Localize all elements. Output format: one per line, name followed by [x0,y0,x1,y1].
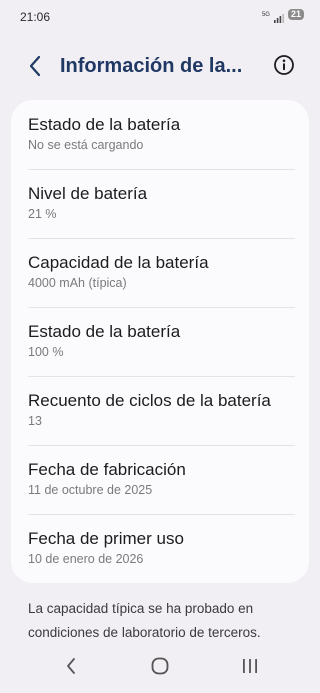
list-item-cycle-count: Recuento de ciclos de la batería 13 [11,376,309,445]
list-item-first-use-date: Fecha de primer uso 10 de enero de 2026 [11,514,309,583]
item-title: Nivel de batería [28,184,148,203]
capacity-footnote: La capacidad típica se ha probado en con… [28,601,261,640]
info-button[interactable] [272,54,296,81]
battery-info-card: Estado de la batería No se está cargando… [11,100,309,583]
item-title: Estado de la batería [28,322,181,341]
signal-icon [273,10,284,23]
back-nav-icon [65,657,77,680]
item-value: 10 de enero de 2026 [28,552,144,566]
back-button[interactable] [22,55,48,81]
status-bar: 21:06 5G 21 [0,0,320,30]
item-title: Fecha de primer uso [28,529,184,548]
chevron-left-icon [28,55,42,82]
item-value: 21 % [28,207,57,221]
network-type-label: 5G [261,11,270,18]
app-header: Información de la... [0,46,320,90]
item-title: Capacidad de la batería [28,253,209,272]
item-value: No se está cargando [28,138,144,152]
navigation-bar [0,648,320,693]
item-title: Fecha de fabricación [28,460,186,479]
status-indicators: 5G 21 [262,9,304,23]
page-title: Información de la... [60,55,243,77]
home-nav-icon [151,657,169,680]
list-item-battery-health: Estado de la batería 100 % [11,307,309,376]
list-item-battery-level: Nivel de batería 21 % [11,169,309,238]
list-item-battery-capacity: Capacidad de la batería 4000 mAh (típica… [11,238,309,307]
nav-recents-button[interactable] [235,656,265,680]
recents-nav-icon [241,658,259,679]
item-value: 100 % [28,345,64,359]
list-item-battery-status: Estado de la batería No se está cargando [11,100,309,169]
item-title: Estado de la batería [28,115,181,134]
item-value: 13 [28,414,42,428]
status-time: 21:06 [20,10,51,24]
nav-back-button[interactable] [56,656,86,680]
network-label: 5G [262,12,270,18]
list-item-manufacture-date: Fecha de fabricación 11 de octubre de 20… [11,445,309,514]
info-icon [273,54,295,81]
item-title: Recuento de ciclos de la batería [28,391,271,410]
item-value: 4000 mAh (típica) [28,276,127,290]
item-value: 11 de octubre de 2025 [28,483,153,497]
battery-icon: 21 [287,9,304,20]
nav-home-button[interactable] [145,656,175,680]
